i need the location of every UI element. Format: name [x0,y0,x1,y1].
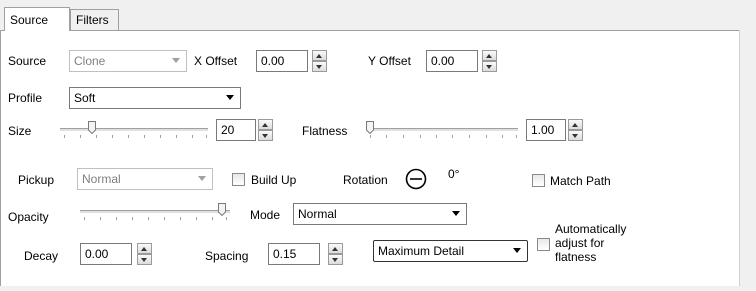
pickup-combo[interactable]: Normal [77,168,213,190]
y-offset-spinner[interactable] [482,50,497,72]
build-up-checkbox[interactable] [232,173,245,186]
auto-adjust-checkbox[interactable] [537,238,550,251]
size-slider-track [60,128,208,132]
spacing-label: Spacing [205,249,249,263]
spacing-spinner[interactable] [328,243,343,265]
tab-strip: Source Filters [0,0,756,32]
size-value: 20 [221,123,235,137]
flatness-slider[interactable] [366,121,518,141]
slider-thumb-icon[interactable] [366,121,374,134]
match-path-checkbox[interactable] [532,174,545,187]
opacity-slider-ticks [80,217,230,221]
x-offset-spinner[interactable] [312,50,327,72]
auto-adjust-label-line3: flatness [555,250,597,264]
rotation-value: 0° [448,167,460,181]
build-up-label: Build Up [251,173,297,187]
flatness-slider-track [366,128,518,132]
dropdown-arrow-icon [198,176,206,181]
profile-combo[interactable]: Soft [69,87,241,109]
pickup-combo-value: Normal [82,172,121,186]
flatness-input[interactable]: 1.00 [526,119,566,141]
dropdown-arrow-icon [226,95,234,100]
spin-up-icon[interactable] [258,119,273,130]
tab-source[interactable]: Source [4,7,70,31]
opacity-slider[interactable] [80,203,230,223]
flatness-spinner[interactable] [568,119,583,141]
tab-filters-label: Filters [76,13,109,27]
size-slider-ticks [60,135,208,139]
profile-combo-value: Soft [74,91,96,105]
source-combo-value: Clone [74,54,106,68]
flatness-value: 1.00 [531,123,555,137]
auto-adjust-label-line2: adjust for [555,236,605,250]
spin-up-icon[interactable] [568,119,583,130]
panel-right-border [739,30,740,286]
x-offset-input[interactable]: 0.00 [256,50,308,72]
spin-up-icon[interactable] [482,50,497,61]
x-offset-label: X Offset [194,54,238,68]
opacity-label: Opacity [8,210,49,224]
spin-up-icon[interactable] [312,50,327,61]
y-offset-label: Y Offset [368,54,411,68]
decay-spinner[interactable] [137,243,152,265]
rotation-dial-icon[interactable] [405,168,427,190]
pickup-label: Pickup [18,173,55,187]
mode-label: Mode [250,208,281,222]
flatness-slider-ticks [366,135,518,139]
slider-thumb-icon[interactable] [88,121,96,134]
size-input[interactable]: 20 [216,119,256,141]
decay-input[interactable]: 0.00 [80,243,132,265]
tab-source-label: Source [10,12,49,27]
spin-down-icon[interactable] [328,254,343,265]
spin-up-icon[interactable] [328,243,343,254]
detail-combo[interactable]: Maximum Detail [373,240,528,262]
mode-combo[interactable]: Normal [293,203,467,225]
detail-combo-value: Maximum Detail [378,244,465,258]
spin-down-icon[interactable] [137,254,152,265]
profile-label: Profile [8,91,43,105]
decay-value: 0.00 [85,247,109,261]
match-path-label: Match Path [550,174,611,188]
spacing-input[interactable]: 0.15 [268,243,320,265]
spin-down-icon[interactable] [312,61,327,72]
decay-label: Decay [24,249,59,263]
source-label: Source [8,54,47,68]
spin-down-icon[interactable] [258,130,273,141]
auto-adjust-label-line1: Automatically [555,222,627,236]
spacing-value: 0.15 [273,247,297,261]
flatness-label: Flatness [302,124,348,138]
dropdown-arrow-icon [513,248,521,253]
mode-combo-value: Normal [298,207,337,221]
x-offset-value: 0.00 [261,54,285,68]
y-offset-input[interactable]: 0.00 [426,50,478,72]
panel-top-border [0,30,739,31]
source-combo[interactable]: Clone [69,50,187,72]
spin-down-icon[interactable] [568,130,583,141]
opacity-slider-track [80,210,230,214]
y-offset-value: 0.00 [431,54,455,68]
size-spinner[interactable] [258,119,273,141]
spin-up-icon[interactable] [137,243,152,254]
dropdown-arrow-icon [452,211,460,216]
spin-down-icon[interactable] [482,61,497,72]
rotation-label: Rotation [343,173,388,187]
slider-thumb-icon[interactable] [218,203,226,216]
dropdown-arrow-icon [172,58,180,63]
size-slider[interactable] [60,121,208,141]
tab-filters[interactable]: Filters [70,9,119,30]
size-label: Size [8,124,32,138]
